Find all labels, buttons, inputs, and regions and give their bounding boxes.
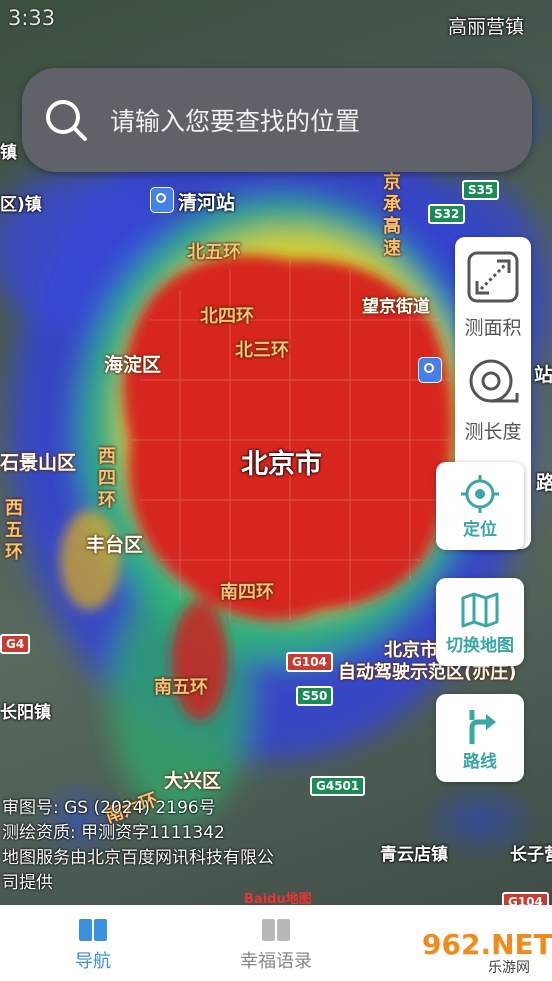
road-shield: G104 (286, 652, 333, 672)
switch-map-button[interactable]: 切换地图 (436, 578, 524, 666)
map-label-daxing: 大兴区 (164, 770, 222, 792)
station-icon (150, 187, 174, 213)
watermark-text: 962.NET (422, 928, 552, 961)
map-label-zhen-left2: 区)镇 (0, 195, 42, 215)
map-label-north5: 北五环 (187, 242, 241, 263)
crosshair-icon (461, 475, 499, 513)
road-shield: G104 (502, 892, 549, 905)
road-shield: G4 (0, 634, 31, 654)
map-label-qinghe: 清河站 (178, 192, 236, 214)
book-icon (79, 919, 107, 941)
baidu-logo: Baidu地图 (244, 892, 312, 905)
map-label-zhangzi: 长子营 (510, 845, 552, 865)
measure-length-label: 测长度 (464, 421, 522, 443)
map-label-wangjing: 望京街道 (362, 297, 430, 317)
road-shield: S32 (428, 204, 466, 224)
watermark-logo: 962.NET 乐游网 (414, 920, 552, 976)
map-copyright: 审图号: GS (2024) 2196号 测绘资质: 甲测资字1111342 地… (2, 796, 274, 896)
watermark-sub: 乐游网 (488, 960, 530, 976)
switch-map-label: 切换地图 (446, 636, 514, 656)
route-button[interactable]: 路线 (436, 694, 524, 782)
map-icon (461, 592, 499, 628)
nav-item-quotes[interactable]: 幸福语录 (226, 919, 326, 973)
nav-item-navigation[interactable]: 导航 (58, 919, 128, 973)
map-label-north4: 北四环 (200, 306, 254, 327)
map-label-gaoliying: 高丽营镇 (448, 16, 525, 38)
measure-area-icon (467, 251, 519, 303)
map-label-south5: 南五环 (154, 677, 208, 698)
bottom-nav: 导航 幸福语录 962.NET 乐游网 (0, 905, 552, 981)
map-label-fengtai: 丰台区 (86, 534, 144, 556)
search-bar[interactable]: 请输入您要查找的位置 (22, 68, 532, 172)
copyright-line: 司提供 (2, 873, 53, 893)
road-shield: S35 (462, 180, 500, 200)
locate-button[interactable]: 定位 (436, 462, 524, 550)
map-label-west4: 西四环 (98, 446, 116, 511)
copyright-line: 测绘资质: 甲测资字1111342 (2, 823, 225, 843)
map-label-shijingshan: 石景山区 (0, 452, 77, 474)
map-label-zhen-left: 镇 (0, 143, 17, 163)
map-label-zhan-right: 站 (534, 364, 552, 386)
book-icon (262, 919, 290, 941)
search-input[interactable]: 请输入您要查找的位置 (110, 102, 360, 138)
map-label-lu-right: 路 (536, 472, 552, 494)
measure-area-button[interactable]: 测面积 (455, 251, 531, 340)
route-arrow-icon (469, 710, 496, 744)
locate-label: 定位 (463, 520, 497, 540)
station-icon (418, 357, 442, 383)
tape-measure-icon (469, 359, 519, 403)
copyright-line: 审图号: GS (2024) 2196号 (2, 798, 216, 818)
map-label-west5: 西五环 (5, 498, 23, 563)
route-label: 路线 (463, 752, 497, 772)
nav-label: 导航 (75, 951, 111, 972)
map-label-south4: 南四环 (220, 582, 274, 603)
copyright-line: 地图服务由北京百度网讯科技有限公 (2, 848, 274, 868)
measure-area-label: 测面积 (464, 317, 522, 339)
map-label-beijing: 北京市 (241, 449, 322, 480)
nav-label: 幸福语录 (240, 951, 312, 972)
road-shield: S50 (296, 686, 334, 706)
map-label-haidian: 海淀区 (104, 354, 162, 376)
map-label-qingyundian: 青云店镇 (380, 845, 448, 865)
search-icon (46, 100, 87, 141)
status-time: 3:33 (8, 6, 56, 30)
map-label-changyang: 长阳镇 (0, 703, 51, 723)
map-label-north3: 北三环 (235, 340, 289, 361)
road-shield: G4501 (310, 776, 366, 796)
map-label-jingcheng: 京承高速 (383, 172, 401, 259)
measure-length-button[interactable]: 测长度 (455, 355, 531, 444)
